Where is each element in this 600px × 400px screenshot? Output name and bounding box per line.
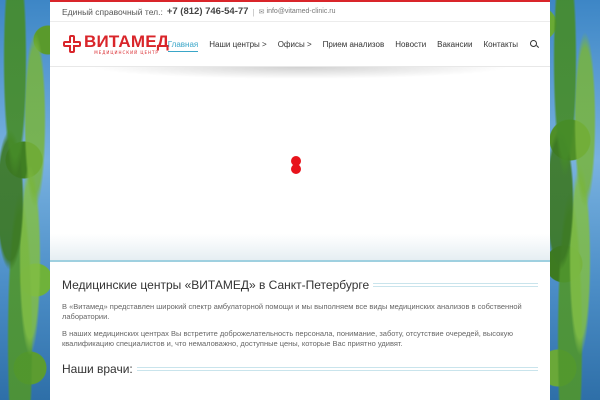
- intro-paragraph: В «Витамед» представлен широкий спектр а…: [62, 302, 522, 321]
- doctors-title: Наши врачи:: [62, 362, 538, 376]
- nav-item-tests[interactable]: Прием анализов: [323, 22, 385, 66]
- medical-cross-icon: [62, 34, 82, 54]
- nav-item-news[interactable]: Новости: [395, 22, 426, 66]
- nav-item-vacancies[interactable]: Вакансии: [437, 22, 472, 66]
- doctors-divider: [136, 367, 538, 371]
- logo[interactable]: ВИТАМЕД МЕДИЦИНСКИЙ ЦЕНТР: [62, 33, 169, 55]
- divider: [50, 260, 550, 262]
- nav-item-contacts[interactable]: Контакты: [483, 22, 518, 66]
- page-title-text: Медицинские центры «ВИТАМЕД» в Санкт-Пет…: [62, 278, 370, 292]
- title-divider: [373, 283, 538, 287]
- nav-item-centers[interactable]: Наши центры >: [209, 22, 266, 66]
- main-nav: Главная Наши центры > Офисы > Прием анал…: [157, 22, 538, 66]
- background-foliage-right: [550, 0, 600, 400]
- hero-slider: [50, 66, 550, 262]
- email-link[interactable]: info@vitamed-clinic.ru: [267, 8, 336, 15]
- background-foliage-left: [0, 0, 50, 400]
- loading-dot: [291, 164, 301, 174]
- phone-number[interactable]: +7 (812) 746-54-77: [167, 6, 249, 17]
- nav-item-offices[interactable]: Офисы >: [278, 22, 312, 66]
- nav-item-home[interactable]: Главная: [167, 22, 199, 66]
- page-container: Единый справочный тел.: +7 (812) 746-54-…: [50, 0, 550, 400]
- doctors-title-text: Наши врачи:: [62, 362, 133, 376]
- separator: |: [252, 6, 255, 17]
- top-bar: Единый справочный тел.: +7 (812) 746-54-…: [50, 2, 550, 22]
- description-paragraph: В наших медицинских центрах Вы встретите…: [62, 329, 514, 348]
- phone-label: Единый справочный тел.:: [62, 6, 163, 17]
- page-title: Медицинские центры «ВИТАМЕД» в Санкт-Пет…: [62, 278, 538, 292]
- search-icon[interactable]: [530, 40, 538, 48]
- mail-icon: ✉: [258, 8, 265, 16]
- site-header: ВИТАМЕД МЕДИЦИНСКИЙ ЦЕНТР Главная Наши ц…: [50, 22, 550, 66]
- main-content: Медицинские центры «ВИТАМЕД» в Санкт-Пет…: [50, 262, 550, 376]
